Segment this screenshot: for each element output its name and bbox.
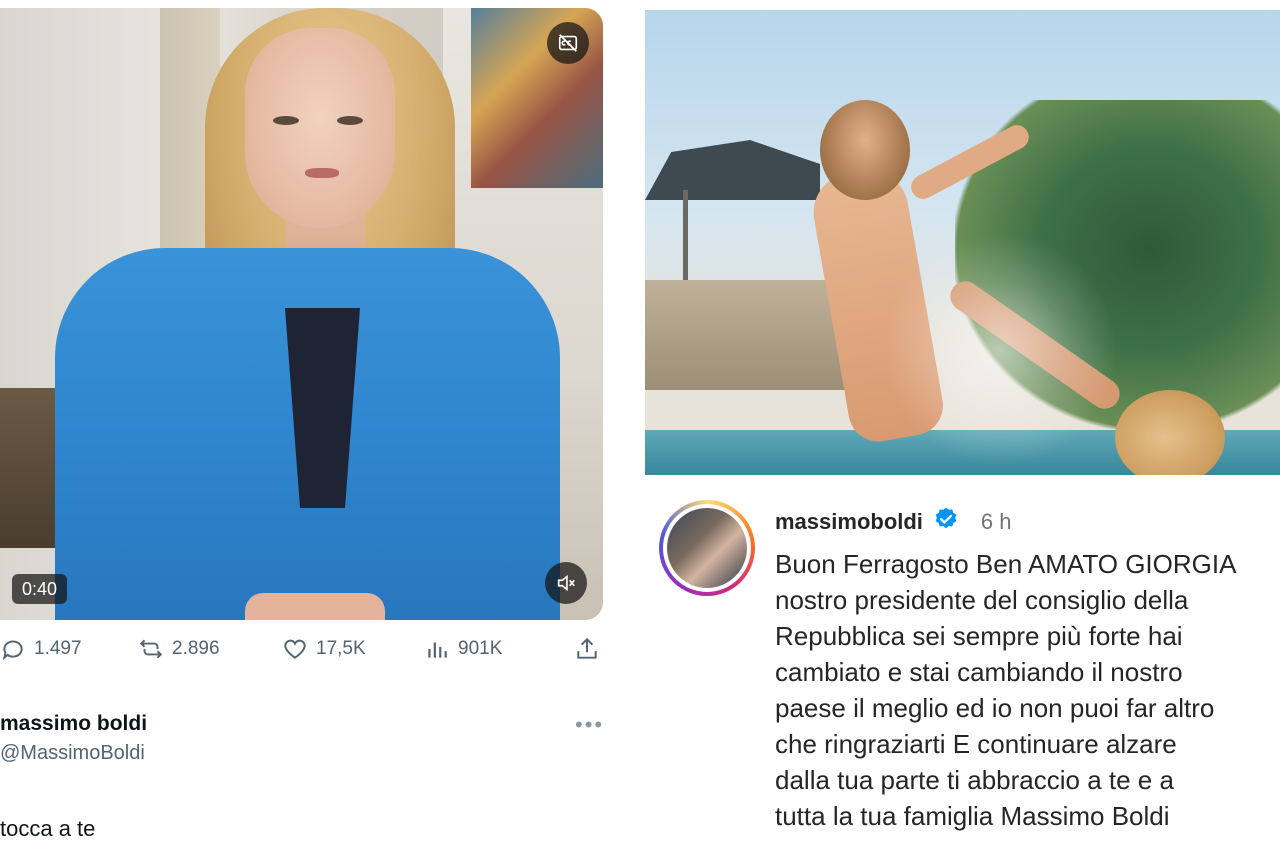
heart-icon: [284, 639, 306, 659]
reply-button[interactable]: 1.497: [0, 632, 82, 666]
caption-line: che ringraziarti E continuare alzare: [775, 729, 1177, 759]
caption-line: Buon Ferragosto Ben AMATO GIORGIA: [775, 549, 1237, 579]
caption-line: nostro presidente del consiglio della: [775, 585, 1189, 615]
video-player[interactable]: 0:40: [0, 8, 603, 620]
like-count: 17,5K: [316, 638, 366, 659]
like-button[interactable]: 17,5K: [282, 632, 366, 666]
captions-off-icon[interactable]: [547, 22, 589, 64]
caption-line: paese il meglio ed io non puoi far altro: [775, 693, 1215, 723]
video-duration: 0:40: [12, 574, 68, 604]
reply-count: 1.497: [34, 638, 82, 659]
share-button[interactable]: [574, 632, 600, 666]
caption-line: Repubblica sei sempre più forte hai: [775, 621, 1183, 651]
instagram-post: massimoboldi 6 h Buon Ferragosto Ben AMA…: [645, 0, 1280, 853]
instagram-photo[interactable]: [645, 10, 1280, 475]
volume-muted-icon[interactable]: [545, 562, 587, 604]
caption-line: cambiato e stai cambiando il nostro: [775, 657, 1183, 687]
views-count: 901K: [458, 638, 503, 659]
repost-count: 2.896: [172, 638, 220, 659]
x-post: 0:40 1.497 2.896 17,5K 901K massimo bold…: [0, 0, 620, 853]
reply-icon: [2, 640, 23, 661]
author-handle[interactable]: @MassimoBoldi: [0, 742, 147, 765]
tweet-text: tocca a te: [0, 816, 96, 841]
instagram-caption: Buon Ferragosto Ben AMATO GIORGIA nostro…: [775, 546, 1280, 834]
verified-badge-icon: [933, 506, 959, 537]
video-subject: [50, 8, 570, 620]
instagram-username[interactable]: massimoboldi: [775, 509, 923, 535]
repost-button[interactable]: 2.896: [138, 632, 220, 666]
caption-line: tutta la tua famiglia Massimo Boldi: [775, 801, 1170, 831]
avatar[interactable]: [659, 500, 755, 596]
share-icon: [577, 637, 597, 659]
more-options-icon[interactable]: •••: [575, 712, 604, 738]
tweet-author[interactable]: massimo boldi @MassimoBoldi: [0, 712, 147, 765]
tweet-actions: 1.497 2.896 17,5K 901K: [0, 632, 603, 666]
views-button[interactable]: 901K: [424, 632, 502, 666]
caption-line: dalla tua parte ti abbraccio a te e a: [775, 765, 1174, 795]
author-display-name[interactable]: massimo boldi: [0, 712, 147, 736]
repost-icon: [139, 639, 163, 659]
post-timestamp: 6 h: [980, 508, 1012, 534]
views-chart-icon: [428, 642, 447, 658]
